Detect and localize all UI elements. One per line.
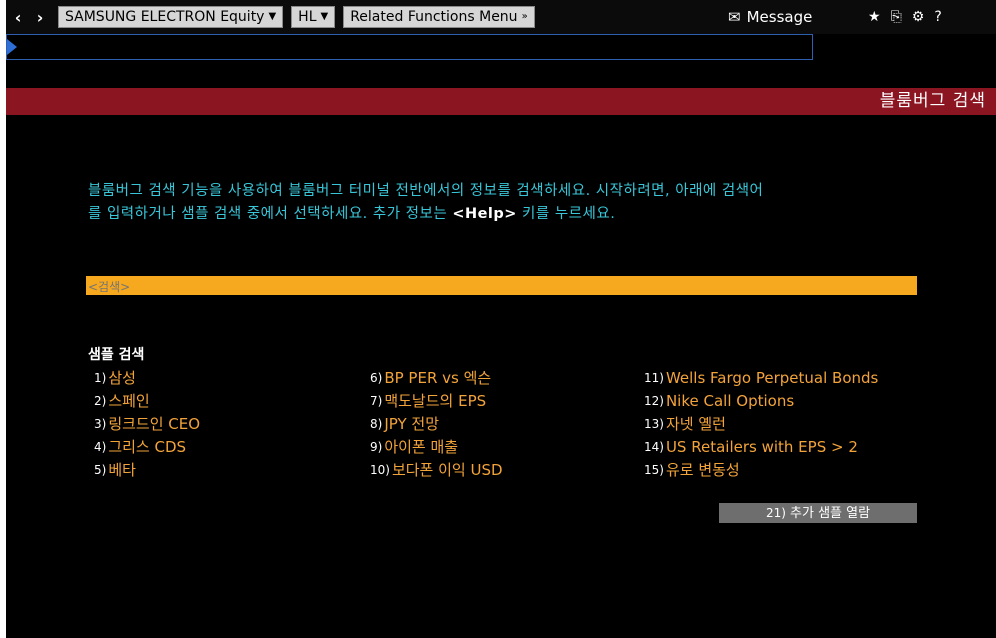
intro-line-2-pre: 를 입력하거나 샘플 검색 중에서 선택하세요. 추가 정보는 — [88, 206, 453, 222]
sample-label: 베타 — [108, 461, 136, 479]
chevron-down-icon: ▼ — [320, 11, 329, 22]
sample-label: 스페인 — [108, 392, 150, 410]
search-bar[interactable] — [86, 276, 917, 297]
sample-item[interactable]: 11) Wells Fargo Perpetual Bonds — [644, 367, 878, 390]
sample-number: 9) — [370, 440, 383, 454]
sample-label: JPY 전망 — [384, 415, 439, 433]
sample-item[interactable]: 12) Nike Call Options — [644, 390, 878, 413]
sample-label: 유로 변동성 — [665, 461, 740, 479]
toolbar-icons: ★ ⎘ ⚙ ? — [868, 0, 942, 34]
help-icon[interactable]: ? — [934, 9, 941, 25]
sample-number: 10) — [370, 463, 390, 477]
help-key: <Help> — [452, 206, 517, 222]
title-bar: 블룸버그 검색 — [6, 88, 996, 115]
more-samples-label: 추가 샘플 열람 — [790, 506, 871, 521]
sample-label: 맥도날드의 EPS — [384, 392, 487, 410]
intro-line-2: 를 입력하거나 샘플 검색 중에서 선택하세요. 추가 정보는 <Help> 키… — [88, 203, 928, 226]
sample-item[interactable]: 3) 링크드인 CEO — [94, 413, 200, 436]
back-arrow-icon[interactable]: ‹ — [8, 8, 28, 27]
sample-item[interactable]: 5) 베타 — [94, 459, 200, 482]
sample-label: 삼성 — [108, 369, 136, 387]
sample-number: 12) — [644, 394, 664, 408]
intro-text: 블룸버그 검색 기능을 사용하여 블룸버그 터미널 전반에서의 정보를 검색하세… — [88, 180, 928, 226]
page-title: 블룸버그 검색 — [879, 91, 986, 111]
related-functions-menu[interactable]: Related Functions Menu » — [343, 6, 535, 28]
intro-line-1: 블룸버그 검색 기능을 사용하여 블룸버그 터미널 전반에서의 정보를 검색하세… — [88, 183, 764, 199]
function-label: HL — [298, 9, 317, 25]
favorites-icon[interactable]: ★ — [868, 9, 881, 25]
sample-label: 보다폰 이익 USD — [391, 461, 503, 479]
sample-number: 15) — [644, 463, 664, 477]
search-input[interactable] — [86, 277, 917, 297]
double-chevron-down-icon: » — [521, 11, 528, 22]
sample-number: 6) — [370, 371, 383, 385]
more-samples-button[interactable]: 21) 추가 샘플 열람 — [719, 503, 917, 523]
envelope-icon: ✉ — [728, 8, 741, 26]
forward-arrow-icon[interactable]: › — [30, 8, 50, 27]
sample-label: 그리스 CDS — [108, 438, 187, 456]
command-line[interactable] — [6, 34, 813, 60]
sample-number: 2) — [94, 394, 107, 408]
chevron-down-icon: ▼ — [268, 11, 277, 22]
sample-item[interactable]: 10) 보다폰 이익 USD — [370, 459, 503, 482]
sample-number: 8) — [370, 417, 383, 431]
sample-number: 5) — [94, 463, 107, 477]
sample-label: US Retailers with EPS > 2 — [665, 438, 858, 456]
samples-title: 샘플 검색 — [88, 347, 145, 363]
samples-column-3: 11) Wells Fargo Perpetual Bonds 12) Nike C… — [644, 367, 878, 482]
sample-item[interactable]: 1) 삼성 — [94, 367, 200, 390]
window-icon[interactable]: ⎘ — [891, 9, 902, 25]
gear-icon[interactable]: ⚙ — [912, 9, 925, 25]
sample-number: 1) — [94, 371, 107, 385]
sample-label: 링크드인 CEO — [108, 415, 201, 433]
security-label: SAMSUNG ELECTRON Equity — [65, 9, 265, 25]
sample-item[interactable]: 14) US Retailers with EPS > 2 — [644, 436, 878, 459]
sample-number: 7) — [370, 394, 383, 408]
sample-item[interactable]: 15) 유로 변동성 — [644, 459, 878, 482]
sample-label: Wells Fargo Perpetual Bonds — [665, 369, 879, 387]
security-button[interactable]: SAMSUNG ELECTRON Equity ▼ — [58, 6, 284, 28]
toolbar: ‹ › SAMSUNG ELECTRON Equity ▼ HL ▼ Relat… — [6, 0, 996, 34]
message-label: Message — [746, 8, 813, 26]
sample-number: 13) — [644, 417, 664, 431]
more-samples-number: 21) — [765, 506, 786, 520]
sample-number: 14) — [644, 440, 664, 454]
sample-item[interactable]: 2) 스페인 — [94, 390, 200, 413]
samples-column-2: 6) BP PER vs 엑슨 7) 맥도날드의 EPS 8) JPY 전망 9) 아이… — [370, 367, 503, 482]
sample-label: 아이폰 매출 — [384, 438, 459, 456]
sample-item[interactable]: 4) 그리스 CDS — [94, 436, 200, 459]
sample-item[interactable]: 6) BP PER vs 엑슨 — [370, 367, 503, 390]
sample-number: 3) — [94, 417, 107, 431]
intro-line-2-post: 키를 누르세요. — [516, 206, 616, 222]
related-functions-label: Related Functions Menu — [350, 9, 518, 25]
message-button[interactable]: ✉ Message — [728, 0, 812, 34]
samples-column-1: 1) 삼성 2) 스페인 3) 링크드인 CEO 4) 그리스 CDS 5) 베타 — [94, 367, 200, 482]
sample-number: 11) — [644, 371, 664, 385]
sample-label: 자넷 옐런 — [665, 415, 726, 433]
function-button[interactable]: HL ▼ — [291, 6, 336, 28]
sample-item[interactable]: 8) JPY 전망 — [370, 413, 503, 436]
sample-label: BP PER vs 엑슨 — [384, 369, 492, 387]
sample-number: 4) — [94, 440, 107, 454]
sample-item[interactable]: 9) 아이폰 매출 — [370, 436, 503, 459]
command-caret-icon — [7, 39, 17, 55]
sample-item[interactable]: 7) 맥도날드의 EPS — [370, 390, 503, 413]
sample-label: Nike Call Options — [665, 392, 795, 410]
sample-item[interactable]: 13) 자넷 옐런 — [644, 413, 878, 436]
